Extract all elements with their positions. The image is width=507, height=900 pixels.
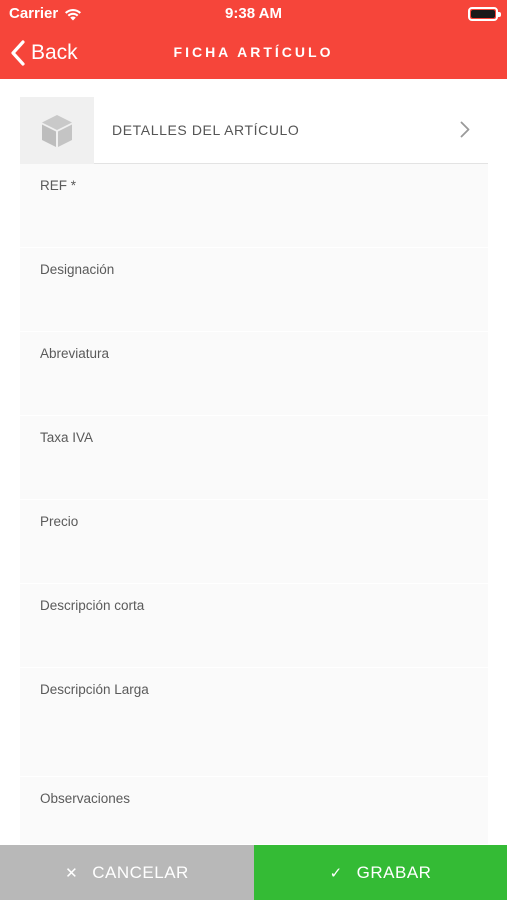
chevron-right-icon [460,121,470,138]
close-icon: ✕ [65,864,79,882]
field-label: Descripción Larga [40,682,149,697]
field-precio[interactable]: Precio [20,500,488,584]
field-label: Precio [40,514,79,529]
details-label: DETALLES DEL ARTÍCULO [112,122,300,138]
checkmark-icon: ✓ [329,864,343,882]
page-title: FICHA ARTÍCULO [173,44,334,60]
field-label: Observaciones [40,791,131,806]
article-details-row[interactable]: DETALLES DEL ARTÍCULO [20,97,488,164]
status-bar: Carrier 9:38 AM [0,0,507,28]
field-ref[interactable]: REF * [20,164,488,248]
save-button[interactable]: ✓ GRABAR [254,845,507,900]
status-time: 9:38 AM [225,5,282,22]
field-designacion[interactable]: Designación [20,248,488,332]
field-label: Taxa IVA [40,430,94,445]
battery-level [471,10,495,18]
field-label: REF * [40,178,77,193]
navigation-bar: Back FICHA ARTÍCULO [0,28,507,79]
field-taxa-iva[interactable]: Taxa IVA [20,416,488,500]
save-label: GRABAR [356,862,432,882]
cancel-label: CANCELAR [92,862,189,882]
field-label: Abreviatura [40,346,110,361]
field-label: Descripción corta [40,598,145,613]
field-descripcion-larga[interactable]: Descripción Larga [20,668,488,777]
action-bar: ✕ CANCELAR ✓ GRABAR [0,845,507,900]
field-abreviatura[interactable]: Abreviatura [20,332,488,416]
field-label: Designación [40,262,115,277]
article-form: DETALLES DEL ARTÍCULO REF * Designación … [20,97,488,844]
box-icon [42,114,72,147]
cancel-button[interactable]: ✕ CANCELAR [0,845,254,900]
article-thumbnail [20,97,94,164]
field-observaciones[interactable]: Observaciones [20,777,488,844]
battery-icon [468,7,501,21]
field-descripcion-corta[interactable]: Descripción corta [20,584,488,668]
app-header: Carrier 9:38 AM Back FICHA ARTÍCULO [0,0,507,79]
